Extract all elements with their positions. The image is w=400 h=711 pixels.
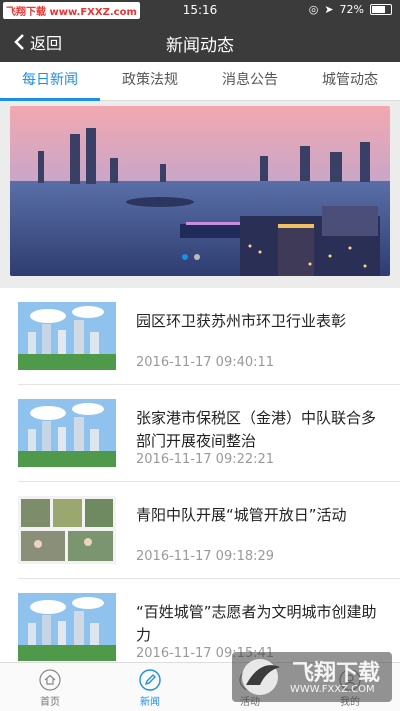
page-title: 新闻动态 (166, 36, 234, 56)
banner-carousel[interactable] (10, 106, 390, 276)
status-bar: 飞翔下载 www.FXXZ.com 15:16 ◎ ➤ 72% (0, 0, 400, 20)
news-date: 2016-11-17 09:22:21 (136, 452, 275, 467)
tab-daily-news[interactable]: 每日新闻 (0, 62, 100, 101)
carousel-dot[interactable] (182, 254, 188, 260)
nav-home[interactable]: 首页 (0, 663, 100, 711)
nav-news[interactable]: 新闻 (100, 663, 200, 711)
news-item[interactable]: “百姓城管”志愿者为文明城市创建助力 2016-11-17 09:15:41 (18, 579, 400, 662)
tab-city-management[interactable]: 城管动态 (300, 62, 400, 100)
news-item[interactable]: 园区环卫获苏州市环卫行业表彰 2016-11-17 09:40:11 (18, 288, 400, 385)
news-list: 园区环卫获苏州市环卫行业表彰 2016-11-17 09:40:11 张家港市保… (0, 288, 400, 662)
carousel-dots (182, 254, 200, 260)
status-right: ◎ ➤ 72% (309, 3, 392, 16)
news-thumbnail (18, 496, 116, 564)
news-date: 2016-11-17 09:18:29 (136, 549, 275, 564)
watermark-logo-icon (242, 659, 280, 695)
watermark-text: 飞翔下载 (292, 661, 381, 686)
watermark-url: WWW.FXXZ.COM (290, 684, 375, 695)
tab-announcements[interactable]: 消息公告 (200, 62, 300, 100)
news-thumbnail (18, 302, 116, 370)
news-title: 张家港市保税区（金港）中队联合多部门开展夜间整治 (136, 409, 377, 450)
nav-home-label: 首页 (40, 697, 60, 708)
news-title: 青阳中队开展“城管开放日”活动 (136, 506, 347, 524)
news-date: 2016-11-17 09:40:11 (136, 355, 275, 370)
watermark: 飞翔下载 WWW.FXXZ.COM (232, 652, 392, 702)
home-icon (39, 669, 61, 691)
nav-news-label: 新闻 (140, 697, 160, 708)
battery-icon (370, 4, 392, 15)
news-title: “百姓城管”志愿者为文明城市创建助力 (136, 603, 377, 644)
battery-percent: 72% (339, 3, 364, 16)
tab-policy[interactable]: 政策法规 (100, 62, 200, 100)
banner-image (10, 106, 390, 276)
news-title: 园区环卫获苏州市环卫行业表彰 (136, 312, 347, 330)
location-icon: ➤ (324, 3, 334, 16)
pen-icon (139, 669, 161, 691)
nav-bar: 返回 新闻动态 (0, 20, 400, 62)
category-tabs: 每日新闻 政策法规 消息公告 城管动态 (0, 62, 400, 101)
carousel-dot[interactable] (194, 254, 200, 260)
news-thumbnail (18, 593, 116, 661)
news-thumbnail (18, 399, 116, 467)
news-item[interactable]: 青阳中队开展“城管开放日”活动 2016-11-17 09:18:29 (18, 482, 400, 579)
news-item[interactable]: 张家港市保税区（金港）中队联合多部门开展夜间整治 2016-11-17 09:2… (18, 385, 400, 482)
lock-icon: ◎ (308, 3, 319, 16)
